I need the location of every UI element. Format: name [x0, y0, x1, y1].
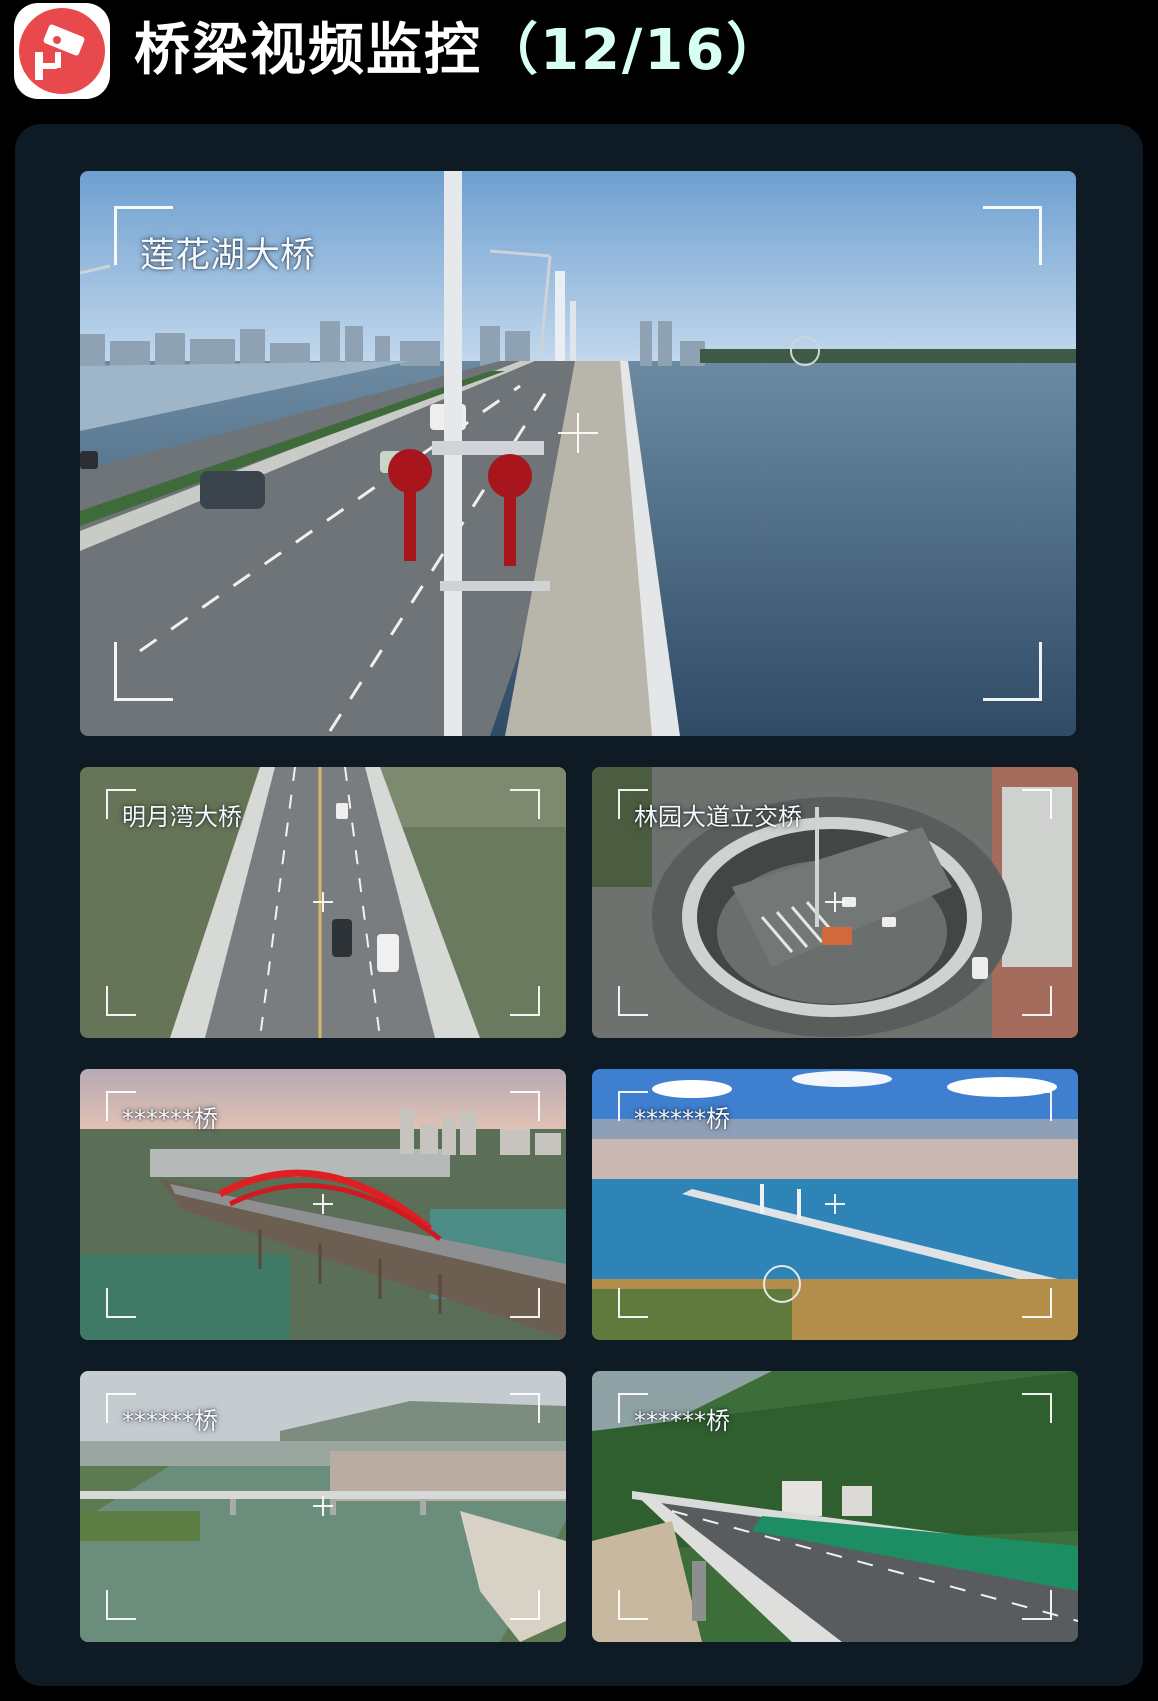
header: 桥梁视频监控（12/16） [0, 0, 1158, 110]
page-title: 桥梁视频监控（12/16） [134, 14, 784, 88]
viewfinder-corner-bottom-left [618, 1590, 648, 1620]
camera-label: ******桥 [634, 1105, 730, 1133]
crosshair-icon [313, 1496, 333, 1516]
camera-label: ******桥 [634, 1407, 730, 1435]
viewfinder-corner-bottom-left [106, 1288, 136, 1318]
camera-label: 林园大道立交桥 [634, 803, 802, 831]
viewfinder-corner-top-right [1022, 789, 1052, 819]
camera-feed-highway-bridge[interactable]: ******桥 [592, 1371, 1078, 1642]
viewfinder-corner-top-right [1022, 1393, 1052, 1423]
camera-feed-river-flat-bridge[interactable]: ******桥 [80, 1371, 566, 1642]
viewfinder-corner-top-right [510, 1393, 540, 1423]
crosshair-icon [825, 892, 845, 912]
camera-label: ******桥 [122, 1407, 218, 1435]
title-text: 桥梁视频监控 [134, 18, 482, 83]
camera-label: 明月湾大桥 [122, 803, 242, 831]
crosshair-icon [825, 1194, 845, 1214]
crosshair-icon [313, 1194, 333, 1214]
viewfinder-corner-bottom-left [618, 986, 648, 1016]
video-wall-panel: 莲花湖大桥 明月湾大桥 林园大道立交桥 ******桥 ******桥 ****… [15, 124, 1143, 1686]
viewfinder-corner-bottom-right [1022, 986, 1052, 1016]
camera-feed-linyuan-interchange[interactable]: 林园大道立交桥 [592, 767, 1078, 1038]
viewfinder-corner-bottom-left [114, 642, 173, 701]
camera-feed-mingyuewan[interactable]: 明月湾大桥 [80, 767, 566, 1038]
crosshair-icon [558, 413, 598, 453]
viewfinder-corner-bottom-right [510, 1288, 540, 1318]
crosshair-icon [313, 892, 333, 912]
viewfinder-corner-bottom-right [510, 986, 540, 1016]
viewfinder-corner-bottom-right [983, 642, 1042, 701]
viewfinder-corner-bottom-left [618, 1288, 648, 1318]
camera-feed-lake-cable-bridge[interactable]: ******桥 [592, 1069, 1078, 1340]
camera-feed-red-arch-bridge[interactable]: ******桥 [80, 1069, 566, 1340]
viewfinder-corner-bottom-right [1022, 1590, 1052, 1620]
surveillance-camera-icon [14, 3, 110, 99]
viewfinder-corner-top-right [510, 789, 540, 819]
camera-count: （12/16） [482, 18, 785, 83]
camera-feed-lianhuahu[interactable]: 莲花湖大桥 [80, 171, 1076, 736]
camera-label: ******桥 [122, 1105, 218, 1133]
viewfinder-corner-top-right [983, 206, 1042, 265]
viewfinder-corner-top-right [510, 1091, 540, 1121]
viewfinder-corner-top-right [1022, 1091, 1052, 1121]
viewfinder-corner-bottom-left [106, 986, 136, 1016]
camera-label: 莲花湖大桥 [140, 236, 316, 276]
viewfinder-corner-bottom-right [1022, 1288, 1052, 1318]
viewfinder-corner-bottom-left [106, 1590, 136, 1620]
viewfinder-corner-bottom-right [510, 1590, 540, 1620]
